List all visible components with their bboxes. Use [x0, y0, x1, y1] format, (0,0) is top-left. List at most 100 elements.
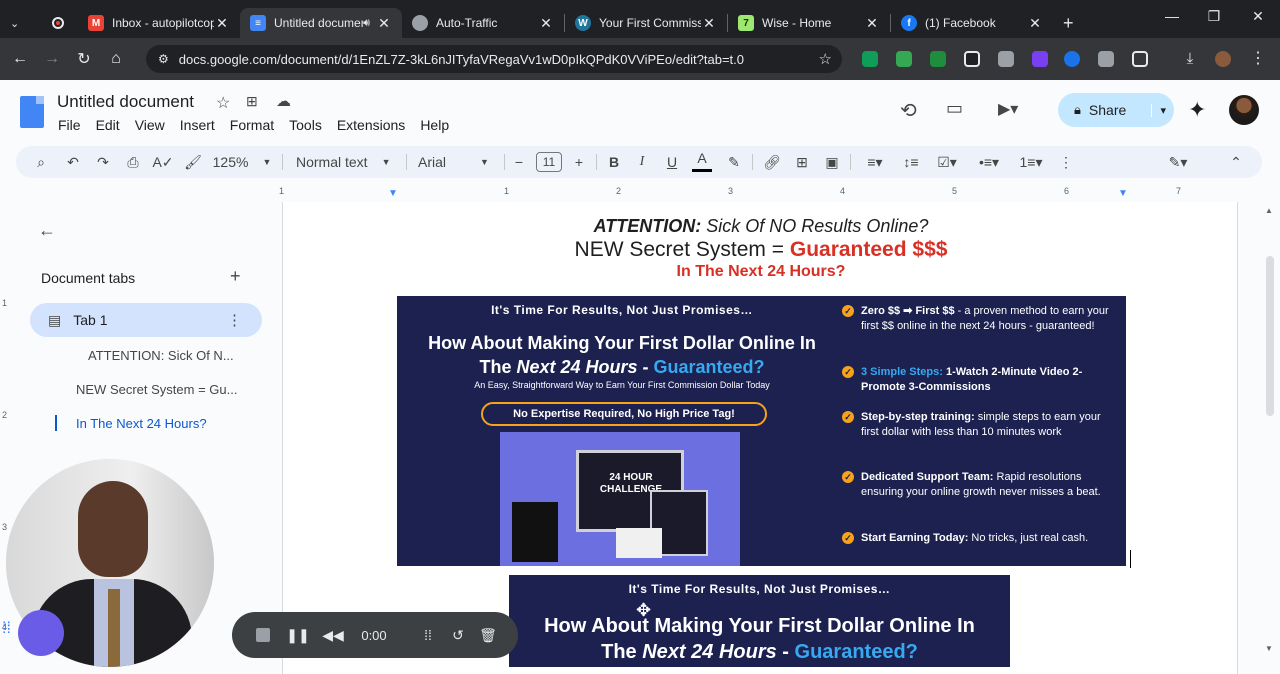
heading-attention[interactable]: ATTENTION: Sick Of NO Results Online?	[283, 216, 1239, 237]
redo-icon[interactable]: ↷	[92, 146, 114, 178]
close-icon[interactable]: ✕	[538, 15, 554, 32]
menu-insert[interactable]: Insert	[180, 117, 215, 133]
mail-extension-icon[interactable]	[896, 51, 912, 67]
gemini-sparkle-icon[interactable]: ✦	[1188, 97, 1206, 123]
download-icon[interactable]: ⤓	[1182, 51, 1198, 67]
history-icon[interactable]: ⟲	[900, 98, 917, 123]
pause-button[interactable]: ❚❚	[286, 612, 309, 658]
numbered-list-icon[interactable]: 1≡▾	[1014, 146, 1048, 178]
spellcheck-icon[interactable]: A✓	[152, 146, 174, 178]
outline-item[interactable]: NEW Secret System = Gu...	[76, 382, 237, 397]
home-button[interactable]: ⌂	[100, 43, 132, 75]
speaker-icon[interactable]: 🔊︎	[363, 17, 370, 30]
tab-search-button[interactable]: ⌄	[0, 8, 42, 38]
browser-tab-gmail[interactable]: M Inbox - autopilotcop ✕	[78, 8, 240, 38]
add-comment-icon[interactable]: ⊞	[792, 146, 812, 178]
browser-tab-auto-traffic[interactable]: Auto-Traffic ✕	[402, 8, 564, 38]
search-menus-icon[interactable]: ⌕	[30, 146, 52, 178]
font-size-input[interactable]: 11	[534, 146, 564, 178]
add-tab-button[interactable]: +	[230, 266, 241, 287]
checklist-icon[interactable]: ☑▾	[930, 146, 964, 178]
share-button[interactable]: 🔒︎ Share ▾	[1058, 93, 1174, 127]
puzzle-icon[interactable]	[1132, 51, 1148, 67]
browser-tab-facebook[interactable]: f (1) Facebook ✕	[891, 8, 1053, 38]
forward-button[interactable]: →	[36, 43, 68, 75]
move-folder-icon[interactable]: ⊞	[246, 93, 258, 110]
print-icon[interactable]: ⎙	[122, 146, 144, 178]
align-icon[interactable]: ≡▾	[858, 146, 892, 178]
outline-item-active[interactable]: In The Next 24 Hours?	[76, 416, 207, 431]
url-text[interactable]: docs.google.com/document/d/1EnZL7Z-3kL6n…	[179, 52, 819, 67]
back-button[interactable]: ←	[4, 43, 36, 75]
line-spacing-icon[interactable]: ↕≡	[900, 146, 922, 178]
paint-format-icon[interactable]: 🖌︎	[182, 146, 204, 178]
promo-banner-image-2[interactable]: It's Time For Results, Not Just Promises…	[509, 575, 1010, 667]
dots-grid-icon[interactable]: ⁞⁞	[2, 620, 11, 638]
badge-extension-icon[interactable]	[1032, 51, 1048, 67]
new-tab-button[interactable]: +	[1053, 8, 1093, 38]
browser-tab-wordpress[interactable]: W Your First Commissio ✕	[565, 8, 727, 38]
camera-extension-icon[interactable]	[1098, 51, 1114, 67]
left-indent-marker-icon[interactable]: ▼	[388, 188, 398, 199]
delete-button[interactable]: 🗑︎	[478, 612, 498, 658]
recording-indicator[interactable]	[42, 8, 78, 38]
scroll-up-icon[interactable]: ▲	[1265, 206, 1273, 215]
menu-view[interactable]: View	[135, 117, 165, 133]
style-select[interactable]: Normal text ▼	[296, 146, 400, 178]
underline-button[interactable]: U	[662, 146, 682, 178]
chevron-up-icon[interactable]: ⌃	[1226, 146, 1246, 178]
account-avatar[interactable]	[1229, 95, 1259, 125]
share-dropdown-icon[interactable]: ▾	[1151, 103, 1166, 117]
document-title[interactable]: Untitled document	[57, 92, 194, 112]
docs-logo-icon[interactable]	[20, 96, 44, 128]
address-bar[interactable]: ⚙ docs.google.com/document/d/1EnZL7Z-3kL…	[146, 45, 842, 73]
menu-edit[interactable]: Edit	[96, 117, 120, 133]
profile-avatar[interactable]	[1215, 51, 1231, 67]
reload-button[interactable]: ↻	[68, 43, 100, 75]
comment-icon[interactable]: ▭	[946, 98, 963, 119]
layers-extension-icon[interactable]	[964, 51, 980, 67]
sheets-extension-icon[interactable]	[862, 51, 878, 67]
zoom-select[interactable]: 125% ▼	[212, 146, 272, 178]
close-icon[interactable]: ✕	[864, 15, 880, 32]
arrow-left-icon[interactable]: ←	[38, 220, 56, 241]
drawing-tool-button[interactable]	[18, 610, 64, 656]
menu-help[interactable]: Help	[420, 117, 449, 133]
document-tab-item[interactable]: ▤ Tab 1 ⋮	[30, 303, 262, 337]
menu-tools[interactable]: Tools	[289, 117, 322, 133]
font-select[interactable]: Arial ▼	[418, 146, 494, 178]
heading-next-24-hours[interactable]: In The Next 24 Hours?	[283, 263, 1239, 281]
extension-icon[interactable]	[998, 51, 1014, 67]
promo-banner-image[interactable]: It's Time For Results, Not Just Promises…	[397, 296, 1126, 566]
bulleted-list-icon[interactable]: •≡▾	[972, 146, 1006, 178]
bold-button[interactable]: B	[604, 146, 624, 178]
rewind-button[interactable]: ◀◀	[322, 612, 344, 658]
minimize-button[interactable]: —	[1162, 8, 1182, 24]
horizontal-ruler[interactable]: 1 1 2 3 4 5 6 7 ▼ ▼	[279, 184, 1238, 202]
editing-mode-icon[interactable]: ✎▾	[1160, 146, 1196, 178]
restore-button[interactable]: ❐	[1204, 8, 1224, 25]
restart-button[interactable]: ↺	[448, 612, 468, 658]
image-icon[interactable]: ▣	[822, 146, 842, 178]
close-icon[interactable]: ✕	[1027, 15, 1043, 32]
money-extension-icon[interactable]	[930, 51, 946, 67]
scroll-down-icon[interactable]: ▼	[1265, 644, 1273, 653]
drag-handle[interactable]: ⁞⁞	[418, 612, 438, 658]
undo-icon[interactable]: ↶	[62, 146, 84, 178]
menu-file[interactable]: File	[58, 117, 81, 133]
browser-tab-docs[interactable]: ≡ Untitled documen 🔊︎ ✕	[240, 8, 402, 38]
menu-extensions[interactable]: Extensions	[337, 117, 405, 133]
bookmark-star-icon[interactable]: ☆	[819, 50, 832, 68]
heading-secret-system[interactable]: NEW Secret System = Guaranteed $$$	[283, 238, 1239, 262]
stop-button[interactable]	[248, 612, 278, 658]
site-info-icon[interactable]: ⚙	[158, 52, 169, 66]
text-color-button[interactable]: A	[692, 146, 712, 172]
italic-button[interactable]: I	[632, 146, 652, 178]
sync-extension-icon[interactable]	[1064, 51, 1080, 67]
menu-dots-icon[interactable]: ⋮	[1250, 51, 1266, 67]
close-icon[interactable]: ✕	[376, 15, 392, 32]
more-vert-icon[interactable]: ⋮	[227, 311, 242, 329]
browser-tab-wise[interactable]: 7 Wise - Home ✕	[728, 8, 890, 38]
close-icon[interactable]: ✕	[701, 15, 717, 32]
close-icon[interactable]: ✕	[214, 15, 230, 32]
